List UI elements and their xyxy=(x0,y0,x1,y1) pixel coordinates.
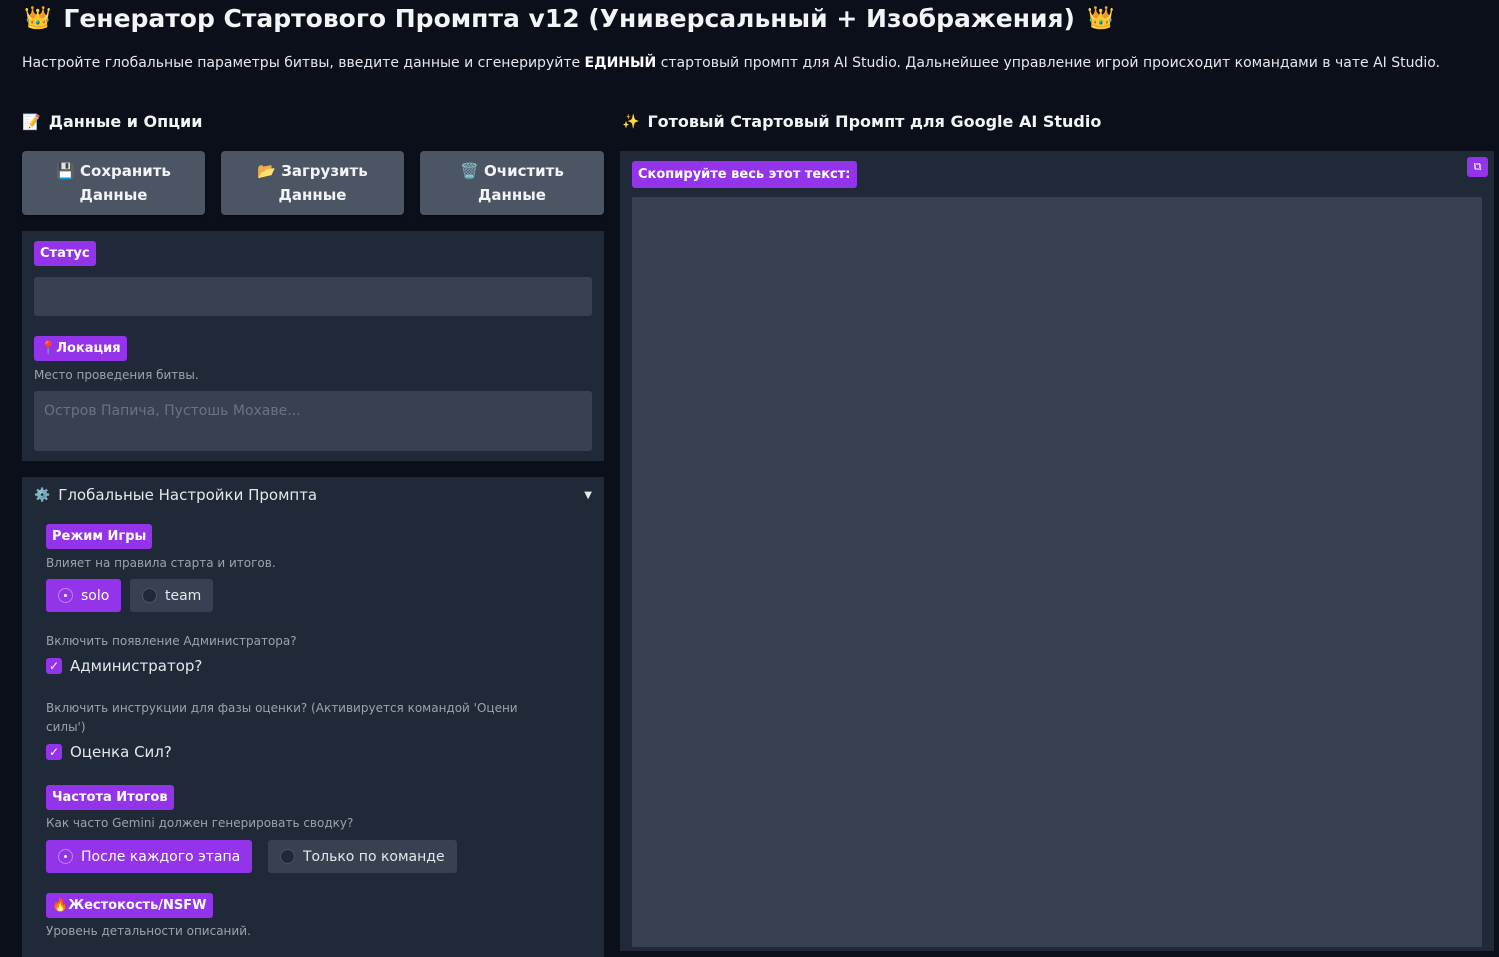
page-title-text: Генератор Стартового Промпта v12 (Универ… xyxy=(63,4,1075,33)
radio-label: После каждого этапа xyxy=(81,848,241,865)
location-input[interactable]: Остров Папича, Пустошь Мохаве... xyxy=(34,391,592,451)
button-label: Сохранить xyxy=(80,162,171,180)
page-title: 👑 Генератор Стартового Промпта v12 (Унив… xyxy=(24,4,1114,33)
section-heading-prompt: ✨ Готовый Стартовый Промпт для Google AI… xyxy=(622,112,1101,131)
save-data-button[interactable]: 💾 Сохранить Данные xyxy=(22,151,205,215)
radio-after-each-stage[interactable]: После каждого этапа xyxy=(46,840,253,873)
section-heading-text: Готовый Стартовый Промпт для Google AI S… xyxy=(647,112,1102,131)
floppy-icon: 💾 xyxy=(56,162,75,180)
violence-badge: 🔥Жестокость/NSFW xyxy=(46,893,213,918)
location-placeholder: Остров Папича, Пустошь Мохаве... xyxy=(44,403,301,419)
radio-only-on-command[interactable]: Только по команде xyxy=(268,840,457,873)
checkmark-icon: ✓ xyxy=(46,658,62,674)
game-mode-badge: Режим Игры xyxy=(46,524,153,549)
caret-down-icon: ▼ xyxy=(584,489,592,501)
status-field xyxy=(34,277,592,316)
section-heading-data-options: 📝 Данные и Опции xyxy=(22,112,202,131)
summary-frequency-hint: Как часто Gemini должен генерировать сво… xyxy=(46,816,354,830)
global-settings-title: Глобальные Настройки Промпта xyxy=(58,486,318,504)
prompt-output-textarea[interactable] xyxy=(632,197,1482,947)
radio-team[interactable]: team xyxy=(130,579,214,612)
location-label: 📍Локация xyxy=(34,336,127,361)
summary-frequency-badge: Частота Итогов xyxy=(46,785,174,810)
gear-icon: ⚙️ xyxy=(34,487,51,503)
radio-solo[interactable]: solo xyxy=(46,579,122,612)
location-hint: Место проведения битвы. xyxy=(34,368,199,382)
crown-icon: 👑 xyxy=(1086,6,1115,31)
radio-dot xyxy=(58,849,73,864)
status-label: Статус xyxy=(34,241,96,266)
clear-data-button[interactable]: 🗑️ Очистить Данные xyxy=(420,151,604,215)
folder-icon: 📂 xyxy=(257,162,276,180)
page-description: Настройте глобальные параметры битвы, вв… xyxy=(22,52,1482,75)
section-heading-text: Данные и Опции xyxy=(48,112,203,131)
admin-hint: Включить появление Администратора? xyxy=(46,634,297,648)
game-mode-label: Режим Игры xyxy=(46,524,153,549)
copy-icon[interactable]: ⧉ xyxy=(1467,157,1488,177)
violence-hint: Уровень детальности описаний. xyxy=(46,924,251,938)
copy-label-badge: Скопируйте весь этот текст: xyxy=(632,161,857,188)
power-eval-hint: Включить инструкции для фазы оценки? (Ак… xyxy=(46,701,518,734)
pin-icon: 📍 xyxy=(40,341,57,356)
fire-icon: 🔥 xyxy=(52,898,69,913)
admin-checkbox[interactable]: ✓ Администратор? xyxy=(46,657,202,675)
button-label: Данные xyxy=(478,186,546,204)
radio-label: Только по команде xyxy=(303,848,445,865)
violence-label-text: Жестокость/NSFW xyxy=(68,898,207,913)
radio-label: team xyxy=(165,587,202,604)
memo-icon: 📝 xyxy=(22,112,41,131)
status-label-badge: Статус xyxy=(34,241,96,266)
location-label-badge: 📍Локация xyxy=(34,336,127,361)
checkmark-icon: ✓ xyxy=(46,744,62,760)
summary-frequency-label: Частота Итогов xyxy=(46,785,174,810)
power-eval-checkbox-label: Оценка Сил? xyxy=(70,743,172,761)
button-label: Данные xyxy=(278,186,347,204)
location-label-text: Локация xyxy=(56,341,121,356)
description-bold: ЕДИНЫЙ xyxy=(584,55,657,71)
violence-label: 🔥Жестокость/NSFW xyxy=(46,893,213,918)
description-text: Настройте глобальные параметры битвы, вв… xyxy=(22,55,585,71)
radio-dot xyxy=(142,588,157,603)
power-eval-checkbox[interactable]: ✓ Оценка Сил? xyxy=(46,743,172,761)
trash-icon: 🗑️ xyxy=(460,162,479,180)
game-mode-hint: Влияет на правила старта и итогов. xyxy=(46,556,276,570)
button-label: Загрузить xyxy=(281,162,368,180)
radio-label: solo xyxy=(81,587,110,604)
admin-checkbox-label: Администратор? xyxy=(70,657,203,675)
copy-label: Скопируйте весь этот текст: xyxy=(632,161,857,188)
radio-dot xyxy=(280,849,295,864)
crown-icon: 👑 xyxy=(24,6,52,31)
button-label: Данные xyxy=(79,186,148,204)
global-settings-accordion-header[interactable]: ⚙️ Глобальные Настройки Промпта ▼ xyxy=(34,486,592,504)
description-text: стартовый промпт для AI Studio. Дальнейш… xyxy=(656,55,1441,71)
sparkles-icon: ✨ xyxy=(622,113,640,130)
load-data-button[interactable]: 📂 Загрузить Данные xyxy=(221,151,404,215)
button-label: Очистить xyxy=(484,162,564,180)
radio-dot xyxy=(58,588,73,603)
